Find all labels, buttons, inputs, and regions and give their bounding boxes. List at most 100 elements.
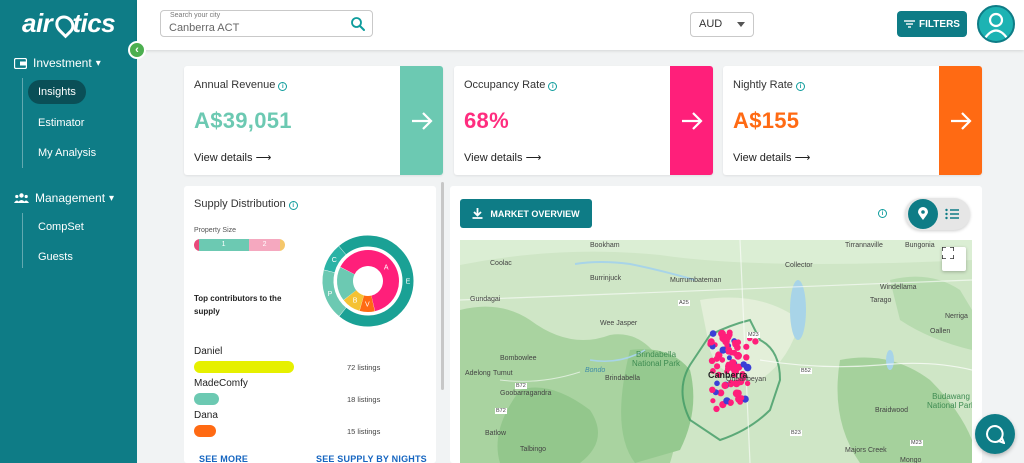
- panel-title: Supply Distribution i: [194, 198, 298, 210]
- kpi-card-occupancy-rate: Occupancy Rate i 68% View details ⟶: [454, 66, 713, 175]
- nav-section-label: Management: [35, 191, 106, 205]
- sidebar-item-compset[interactable]: CompSet: [28, 215, 94, 239]
- see-supply-by-nights-link[interactable]: SEE SUPPLY BY NIGHTS: [316, 454, 427, 463]
- see-more-link[interactable]: SEE MORE: [199, 454, 248, 463]
- info-icon[interactable]: i: [278, 82, 288, 91]
- listing-marker[interactable]: [734, 344, 741, 351]
- listing-marker[interactable]: [729, 359, 737, 367]
- market-overview-button[interactable]: MARKET OVERVIEW: [460, 199, 592, 228]
- nav-section-label: Investment: [33, 56, 92, 70]
- map-view-toggle: [905, 198, 970, 230]
- app-logo[interactable]: air tics: [22, 8, 116, 39]
- listing-marker[interactable]: [743, 354, 750, 361]
- map-place-label: Majors Creek: [845, 447, 887, 454]
- map-place-label: Tirrannaville: [845, 242, 883, 249]
- view-details-link[interactable]: View details ⟶: [194, 151, 271, 164]
- road-label: A25: [678, 300, 690, 306]
- info-icon[interactable]: i: [548, 82, 558, 91]
- contributor-listings: 18 listings: [347, 395, 381, 404]
- view-details-link[interactable]: View details ⟶: [464, 151, 541, 164]
- contributor-name: Daniel: [194, 346, 223, 357]
- listing-marker[interactable]: [710, 398, 716, 404]
- donut-inner-label: V: [365, 301, 370, 308]
- property-size-segment[interactable]: 1: [198, 239, 249, 251]
- sidebar-item-guests[interactable]: Guests: [28, 245, 83, 269]
- listing-marker[interactable]: [735, 389, 742, 397]
- listing-markers[interactable]: [460, 240, 972, 463]
- sidebar-item-my-analysis[interactable]: My Analysis: [28, 141, 106, 165]
- currency-select[interactable]: AUD: [690, 12, 754, 37]
- kpi-arrow-button[interactable]: [670, 66, 713, 175]
- kpi-arrow-button[interactable]: [939, 66, 982, 175]
- arrow-right-icon: ⟶: [525, 152, 542, 164]
- listing-marker[interactable]: [718, 329, 726, 338]
- market-map-panel: MARKET OVERVIEW i Bookham Tirrannaville …: [450, 186, 982, 463]
- listing-marker[interactable]: [726, 331, 733, 338]
- kpi-arrow-button[interactable]: [400, 66, 443, 175]
- contributor-bar: [194, 425, 216, 437]
- listing-marker[interactable]: [743, 343, 750, 350]
- market-overview-label: MARKET OVERVIEW: [490, 208, 580, 219]
- donut-inner-segment[interactable]: [337, 267, 357, 300]
- contributor-name: MadeComfy: [194, 378, 248, 389]
- info-icon[interactable]: i: [878, 209, 887, 218]
- filters-button[interactable]: FILTERS: [897, 11, 967, 37]
- listing-marker[interactable]: [714, 380, 720, 387]
- chat-button[interactable]: [975, 414, 1015, 454]
- listing-marker[interactable]: [740, 361, 747, 368]
- view-details-link[interactable]: View details ⟶: [733, 151, 810, 164]
- listing-marker[interactable]: [707, 338, 715, 346]
- map-place-label: Bookham: [590, 242, 620, 249]
- kpi-title-text: Annual Revenue: [194, 79, 276, 91]
- city-search-input[interactable]: [169, 22, 329, 34]
- map-view-button[interactable]: [908, 199, 938, 229]
- search-icon[interactable]: [350, 16, 366, 32]
- map-place-label: Goobarragandra: [500, 390, 552, 397]
- map-place-label: Oallen: [930, 328, 951, 335]
- listing-marker[interactable]: [709, 386, 716, 393]
- arrow-right-icon: [950, 111, 972, 130]
- arrow-right-icon: [411, 111, 433, 130]
- sidebar-item-estimator[interactable]: Estimator: [28, 111, 94, 135]
- user-avatar[interactable]: [977, 5, 1015, 43]
- sidebar-item-insights[interactable]: Insights: [28, 80, 86, 104]
- map-place-label: Brindabella: [605, 375, 641, 382]
- property-size-segment[interactable]: 2: [248, 239, 281, 251]
- people-icon: [14, 193, 29, 203]
- road-label: B52: [800, 368, 812, 374]
- nav-section-investment[interactable]: Investment ▾: [14, 56, 101, 70]
- map-place-label: Queanbeyan: [726, 376, 767, 383]
- market-map[interactable]: Bookham Tirrannaville Bungonia Coolac Murrum…: [460, 240, 972, 463]
- listing-marker[interactable]: [725, 346, 733, 354]
- sidebar-collapse-button[interactable]: ‹: [128, 41, 146, 59]
- top-bar: Search your city AUD FILTERS: [137, 0, 1024, 50]
- listing-marker[interactable]: [728, 399, 734, 405]
- listing-marker[interactable]: [735, 339, 742, 346]
- logo-text-lead: air: [22, 8, 53, 38]
- kpi-title: Occupancy Rate i: [464, 79, 558, 91]
- kpi-value: A$155: [733, 108, 800, 133]
- map-place-label: Coolac: [490, 260, 512, 267]
- arrow-right-icon: ⟶: [255, 152, 272, 164]
- user-avatar-icon: [984, 12, 1008, 39]
- info-icon[interactable]: i: [795, 82, 805, 91]
- list-icon[interactable]: [944, 206, 962, 222]
- info-icon[interactable]: i: [288, 201, 298, 210]
- kpi-title: Annual Revenue i: [194, 79, 288, 91]
- view-details-text: View details: [733, 152, 792, 164]
- contributor-bar: [194, 361, 294, 373]
- donut-outer-label: C: [332, 257, 337, 264]
- listing-marker[interactable]: [726, 355, 732, 361]
- listing-marker[interactable]: [713, 405, 720, 413]
- filter-lines-icon: [904, 20, 916, 28]
- listing-marker[interactable]: [752, 338, 759, 345]
- listing-marker[interactable]: [713, 355, 720, 362]
- nav-section-management[interactable]: Management ▾: [14, 191, 114, 205]
- fullscreen-button[interactable]: [942, 247, 966, 271]
- listing-marker[interactable]: [714, 363, 721, 370]
- listing-marker[interactable]: [709, 330, 717, 337]
- property-size-segment[interactable]: [280, 239, 285, 251]
- supply-scrollbar[interactable]: [441, 182, 444, 390]
- listing-marker[interactable]: [734, 351, 742, 360]
- map-place-label: Bungonia: [905, 242, 935, 249]
